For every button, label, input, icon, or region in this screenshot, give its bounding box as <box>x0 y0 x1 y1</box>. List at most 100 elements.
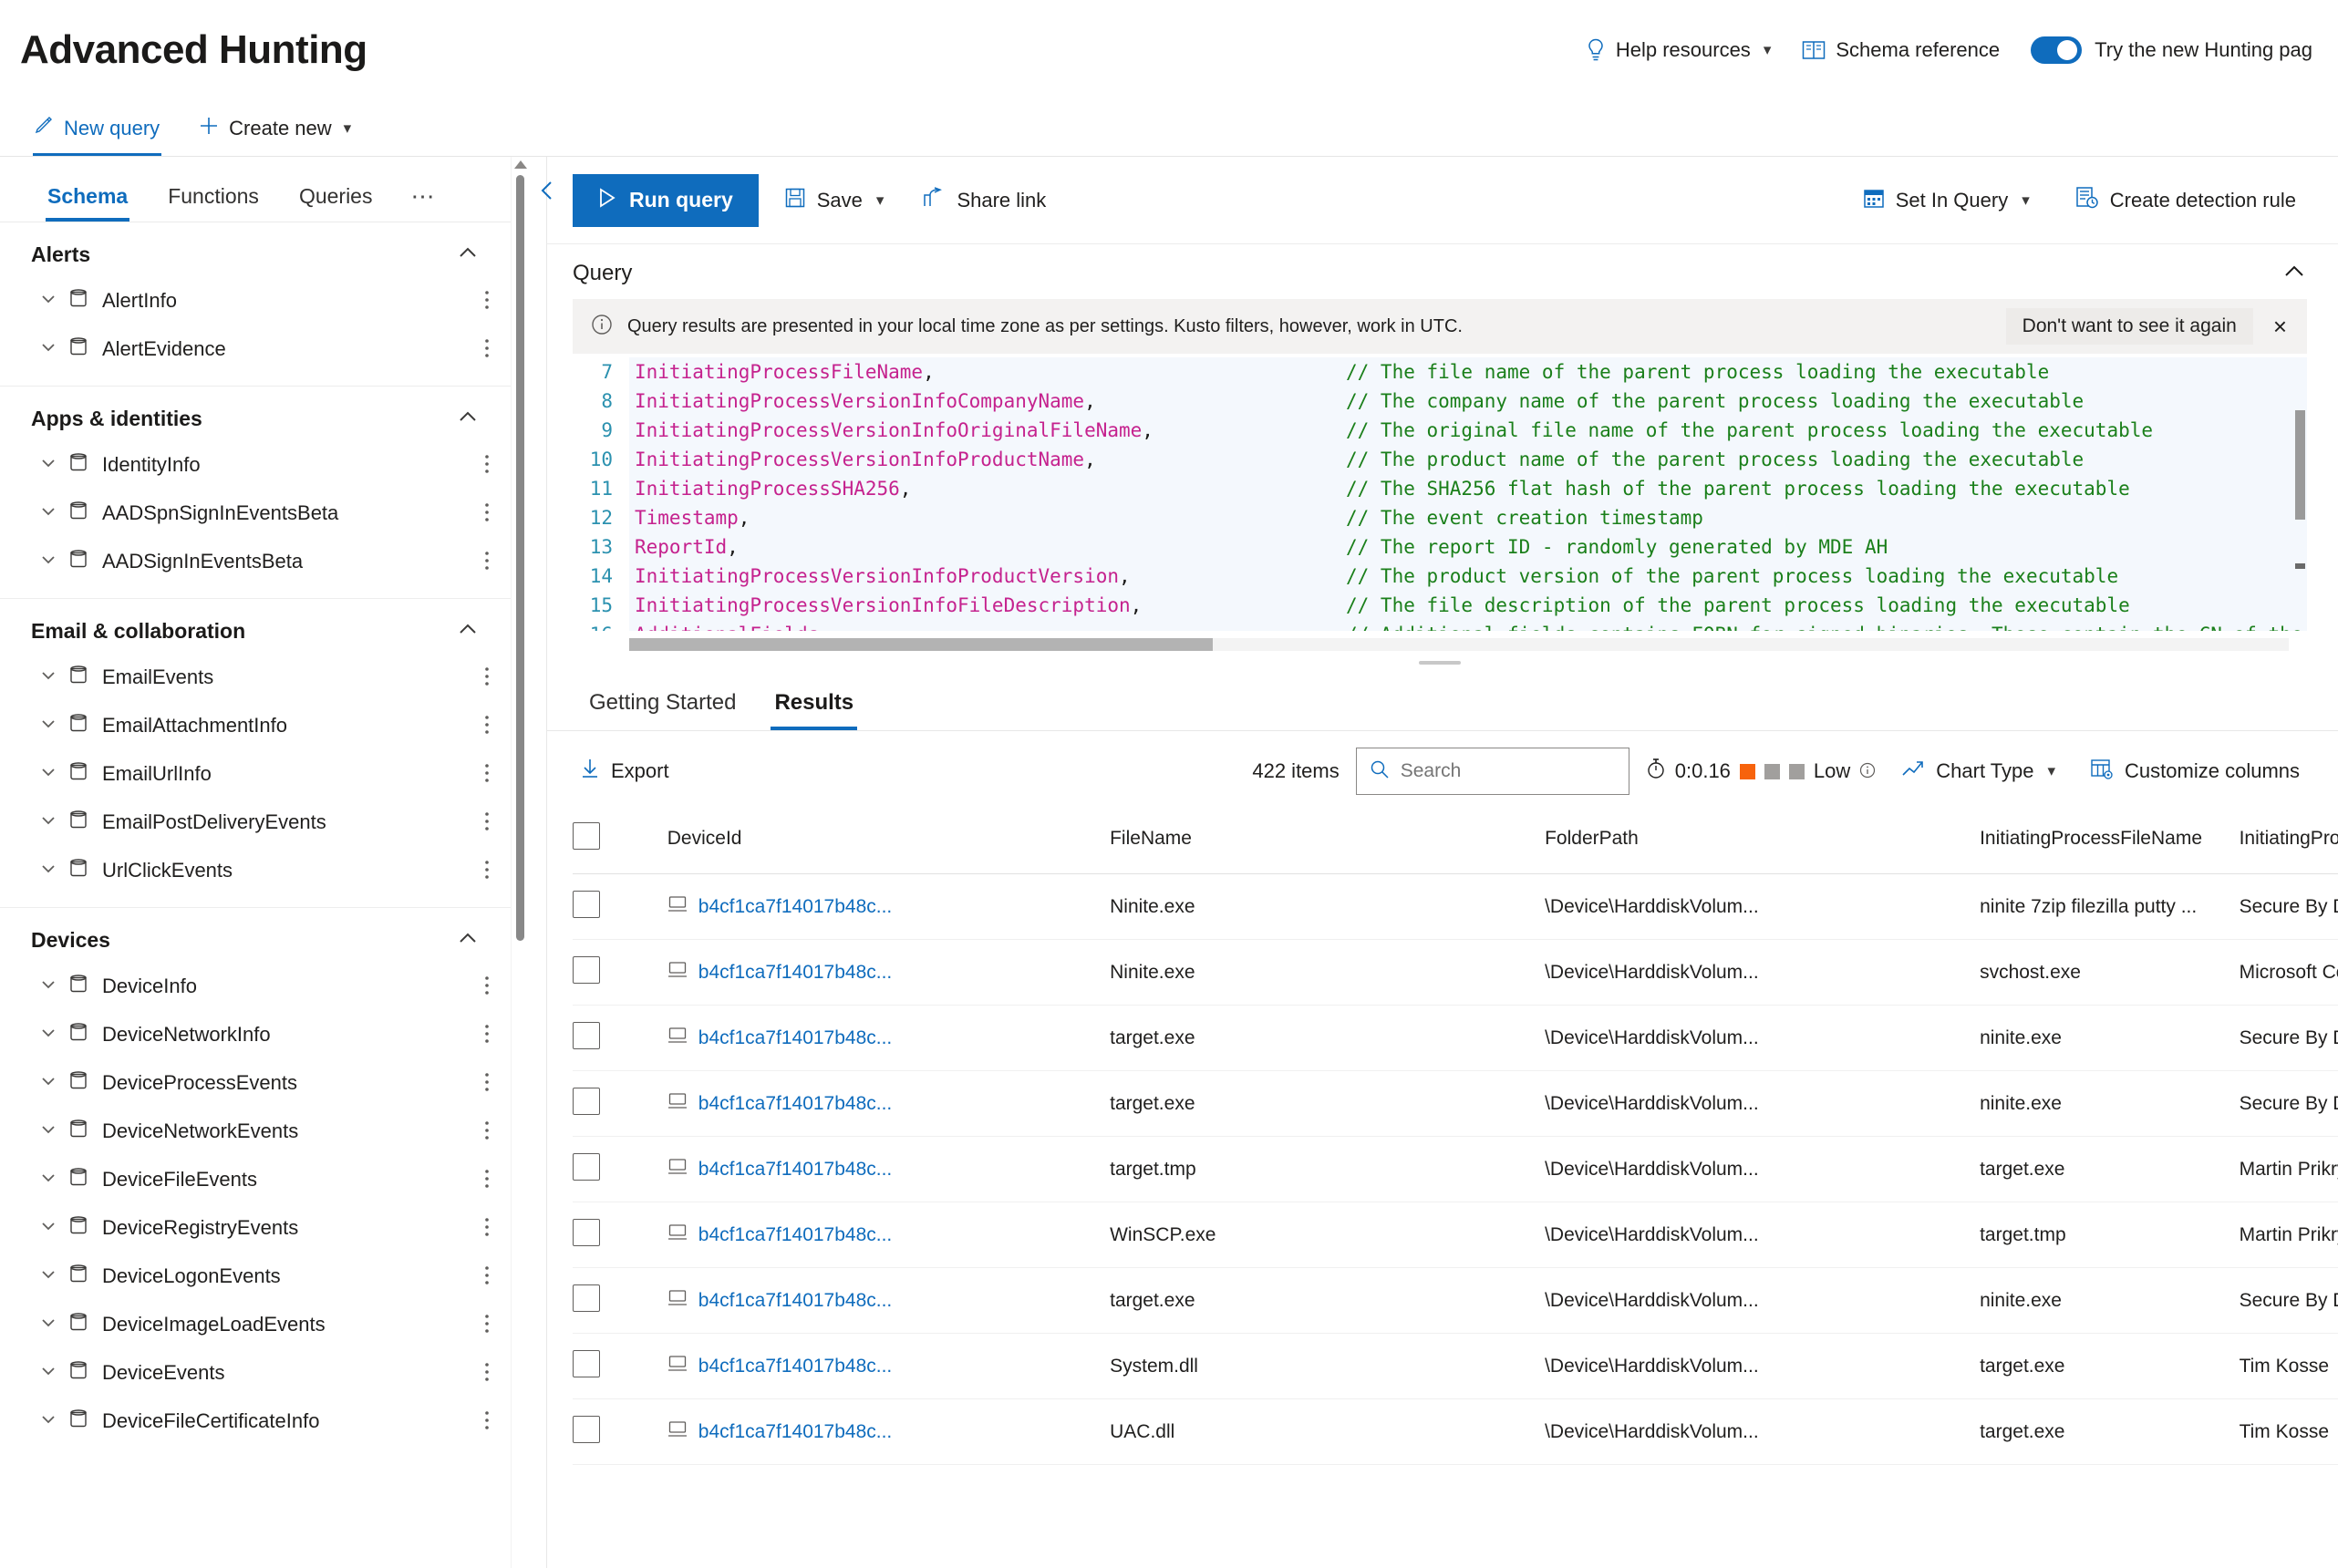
editor-vscroll-thumb[interactable] <box>2295 410 2305 520</box>
chevron-down-icon[interactable] <box>40 1364 55 1382</box>
table-row[interactable]: b4cf1ca7f14017b48c... Ninite.exe \Device\H… <box>573 873 2338 940</box>
perf-info-icon[interactable] <box>1859 762 1876 781</box>
sidebar-item-devicefileevents[interactable]: DeviceFileEvents <box>0 1155 511 1203</box>
chart-type-button[interactable]: Chart Type ▾ <box>1892 753 2064 789</box>
sidebar-item-identityinfo[interactable]: IdentityInfo <box>0 440 511 489</box>
chevron-down-icon[interactable] <box>40 765 55 783</box>
row-checkbox[interactable] <box>573 1152 600 1181</box>
sidebar-item-emailattachmentinfo[interactable]: EmailAttachmentInfo <box>0 701 511 749</box>
table-row[interactable]: b4cf1ca7f14017b48c... System.dll \Device\H… <box>573 1333 2338 1399</box>
table-row[interactable]: b4cf1ca7f14017b48c... UAC.dll \Device\Hard… <box>573 1398 2338 1465</box>
collapse-sidebar-button[interactable] <box>529 157 565 1568</box>
column-header-initiatingprocessfilename[interactable]: InitiatingProcessFileName <box>1980 811 2240 874</box>
sidebar-item-alertinfo[interactable]: AlertInfo <box>0 276 511 325</box>
sidebar-item-overflow-icon[interactable] <box>483 288 491 313</box>
sidebar-tab-queries[interactable]: Queries <box>283 184 389 222</box>
row-checkbox[interactable] <box>573 1218 600 1246</box>
column-header-folderpath[interactable]: FolderPath <box>1545 811 1981 874</box>
device-id-link[interactable]: b4cf1ca7f14017b48c... <box>698 1159 893 1181</box>
sidebar-item-deviceprocessevents[interactable]: DeviceProcessEvents <box>0 1058 511 1107</box>
table-row[interactable]: b4cf1ca7f14017b48c... Ninite.exe \Device\H… <box>573 939 2338 1006</box>
sidebar-item-overflow-icon[interactable] <box>483 1070 491 1095</box>
editor-vertical-scrollbar[interactable] <box>2292 410 2307 602</box>
sidebar-item-overflow-icon[interactable] <box>483 665 491 689</box>
chevron-down-icon[interactable] <box>40 977 55 995</box>
row-checkbox[interactable] <box>573 1087 600 1115</box>
sidebar-item-devicenetworkevents[interactable]: DeviceNetworkEvents <box>0 1107 511 1155</box>
code-line-content[interactable]: InitiatingProcessVersionInfoFileDescript… <box>629 591 2307 620</box>
dont-show-again-button[interactable]: Don't want to see it again <box>2005 308 2253 345</box>
sidebar-item-urlclickevents[interactable]: UrlClickEvents <box>0 846 511 894</box>
collapse-query-section-button[interactable] <box>2281 263 2307 285</box>
sidebar-item-overflow-icon[interactable] <box>483 1022 491 1047</box>
column-header-deviceid[interactable]: DeviceId <box>667 811 1111 874</box>
sidebar-group-header[interactable]: Apps & identities <box>0 392 511 440</box>
try-new-hunting-page-toggle-group[interactable]: Try the new Hunting pag <box>2031 36 2312 64</box>
code-line[interactable]: 7 InitiatingProcessFileName,// The file n… <box>573 357 2307 387</box>
search-box[interactable] <box>1355 748 1629 795</box>
chevron-down-icon[interactable] <box>40 1026 55 1044</box>
chevron-down-icon[interactable] <box>40 668 55 686</box>
search-input[interactable] <box>1400 760 1616 782</box>
code-line[interactable]: 10 InitiatingProcessVersionInfoProductNam… <box>573 445 2307 474</box>
sidebar-item-overflow-icon[interactable] <box>483 761 491 786</box>
sidebar-item-overflow-icon[interactable] <box>483 1167 491 1191</box>
device-id-link[interactable]: b4cf1ca7f14017b48c... <box>698 896 893 918</box>
sidebar-item-overflow-icon[interactable] <box>483 549 491 573</box>
table-row[interactable]: b4cf1ca7f14017b48c... target.exe \Device\H… <box>573 1070 2338 1137</box>
code-line[interactable]: 8 InitiatingProcessVersionInfoCompanyName… <box>573 387 2307 416</box>
sidebar-item-emailpostdeliveryevents[interactable]: EmailPostDeliveryEvents <box>0 798 511 846</box>
select-all-checkbox[interactable] <box>573 822 600 850</box>
results-table-container[interactable]: DeviceId FileName FolderPath InitiatingP… <box>547 811 2338 1568</box>
code-line-content[interactable]: InitiatingProcessVersionInfoOriginalFile… <box>629 416 2307 445</box>
sidebar-item-overflow-icon[interactable] <box>483 974 491 998</box>
row-checkbox[interactable] <box>573 1284 600 1312</box>
sidebar-scrollbar[interactable] <box>511 157 529 1568</box>
chevron-down-icon[interactable] <box>40 1412 55 1430</box>
chevron-down-icon[interactable] <box>40 1074 55 1092</box>
sidebar-item-devicefilecertificateinfo[interactable]: DeviceFileCertificateInfo <box>0 1397 511 1445</box>
code-line[interactable]: 14 InitiatingProcessVersionInfoProductVer… <box>573 562 2307 591</box>
sidebar-item-deviceevents[interactable]: DeviceEvents <box>0 1348 511 1397</box>
sidebar-tab-functions[interactable]: Functions <box>151 184 275 222</box>
table-row[interactable]: b4cf1ca7f14017b48c... target.exe \Device\H… <box>573 1267 2338 1334</box>
tab-getting-started[interactable]: Getting Started <box>573 690 752 730</box>
row-checkbox[interactable] <box>573 1349 600 1377</box>
sidebar-overflow-menu-icon[interactable]: ⋯ <box>396 182 445 222</box>
sidebar-item-overflow-icon[interactable] <box>483 713 491 738</box>
sidebar-item-overflow-icon[interactable] <box>483 1264 491 1288</box>
editor-resize-grip[interactable] <box>1419 661 1461 665</box>
sidebar-item-emailevents[interactable]: EmailEvents <box>0 653 511 701</box>
device-id-link[interactable]: b4cf1ca7f14017b48c... <box>698 1093 893 1115</box>
chevron-down-icon[interactable] <box>40 456 55 474</box>
try-new-hunting-page-toggle[interactable] <box>2031 36 2083 64</box>
sidebar-item-overflow-icon[interactable] <box>483 500 491 525</box>
sidebar-tab-schema[interactable]: Schema <box>31 184 144 222</box>
row-checkbox[interactable] <box>573 1021 600 1049</box>
sidebar-group-header[interactable]: Alerts <box>0 228 511 276</box>
device-id-link[interactable]: b4cf1ca7f14017b48c... <box>698 1224 893 1246</box>
sidebar-group-header[interactable]: Email & collaboration <box>0 604 511 653</box>
chevron-down-icon[interactable] <box>40 1219 55 1237</box>
table-row[interactable]: b4cf1ca7f14017b48c... target.tmp \Device\H… <box>573 1136 2338 1202</box>
row-checkbox[interactable] <box>573 955 600 984</box>
code-line-content[interactable]: Timestamp,// The event creation timestam… <box>629 503 2307 532</box>
chevron-down-icon[interactable] <box>40 813 55 831</box>
code-line-content[interactable]: InitiatingProcessFileName,// The file na… <box>629 357 2307 387</box>
sidebar-item-aadspnsignineventsbeta[interactable]: AADSpnSignInEventsBeta <box>0 489 511 537</box>
query-editor[interactable]: 7 InitiatingProcessFileName,// The file n… <box>573 357 2307 665</box>
run-query-button[interactable]: Run query <box>573 173 759 227</box>
sidebar-item-alertevidence[interactable]: AlertEvidence <box>0 325 511 373</box>
editor-horizontal-scrollbar[interactable] <box>629 638 2289 651</box>
sidebar-item-overflow-icon[interactable] <box>483 858 491 882</box>
device-id-link[interactable]: b4cf1ca7f14017b48c... <box>698 1356 893 1377</box>
sidebar-item-overflow-icon[interactable] <box>483 336 491 361</box>
sidebar-item-overflow-icon[interactable] <box>483 1408 491 1433</box>
sidebar-item-overflow-icon[interactable] <box>483 1215 491 1240</box>
chevron-down-icon[interactable] <box>40 292 55 310</box>
device-id-link[interactable]: b4cf1ca7f14017b48c... <box>698 962 893 984</box>
sidebar-item-emailurlinfo[interactable]: EmailUrlInfo <box>0 749 511 798</box>
sidebar-group-header[interactable]: Devices <box>0 913 511 962</box>
sidebar-item-overflow-icon[interactable] <box>483 1360 491 1385</box>
customize-columns-button[interactable]: Customize columns <box>2081 752 2309 790</box>
